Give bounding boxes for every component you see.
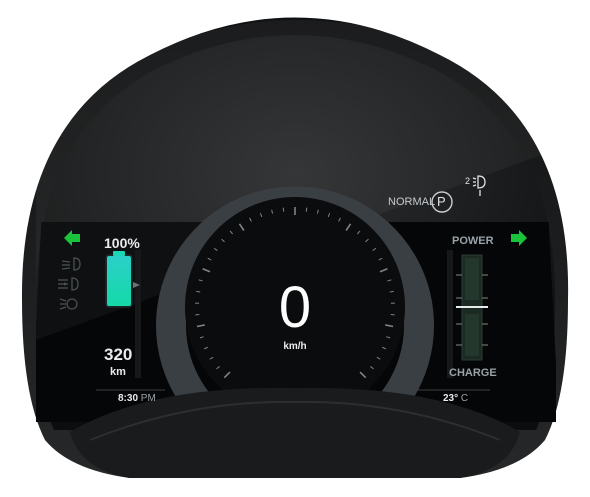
range-value: 320 bbox=[104, 345, 132, 365]
headlight-level-number: 2 bbox=[465, 176, 470, 186]
speed-value: 0 bbox=[270, 276, 320, 340]
power-label: POWER bbox=[452, 235, 494, 247]
range-unit: km bbox=[110, 366, 126, 378]
battery-fill bbox=[107, 256, 131, 306]
gear-indicator: P bbox=[437, 194, 446, 209]
clock-suffix: PM bbox=[141, 393, 156, 404]
cluster-graphics bbox=[0, 0, 590, 492]
clock: 8:30 PM bbox=[118, 393, 156, 404]
speed-tick bbox=[390, 291, 394, 292]
battery-percent: 100% bbox=[104, 235, 140, 251]
speed-tick bbox=[196, 291, 200, 292]
temperature-value: 23° bbox=[443, 393, 458, 404]
instrument-cluster: NORMAL P 2 100% 320 km 0 km/h POWER CHAR… bbox=[0, 0, 590, 492]
charge-label: CHARGE bbox=[449, 367, 497, 379]
speed-unit: km/h bbox=[270, 341, 320, 352]
drive-mode-label: NORMAL bbox=[388, 196, 435, 208]
outside-temperature: 23° C bbox=[443, 393, 468, 404]
temperature-unit: C bbox=[461, 393, 468, 404]
clock-time: 8:30 bbox=[118, 393, 138, 404]
